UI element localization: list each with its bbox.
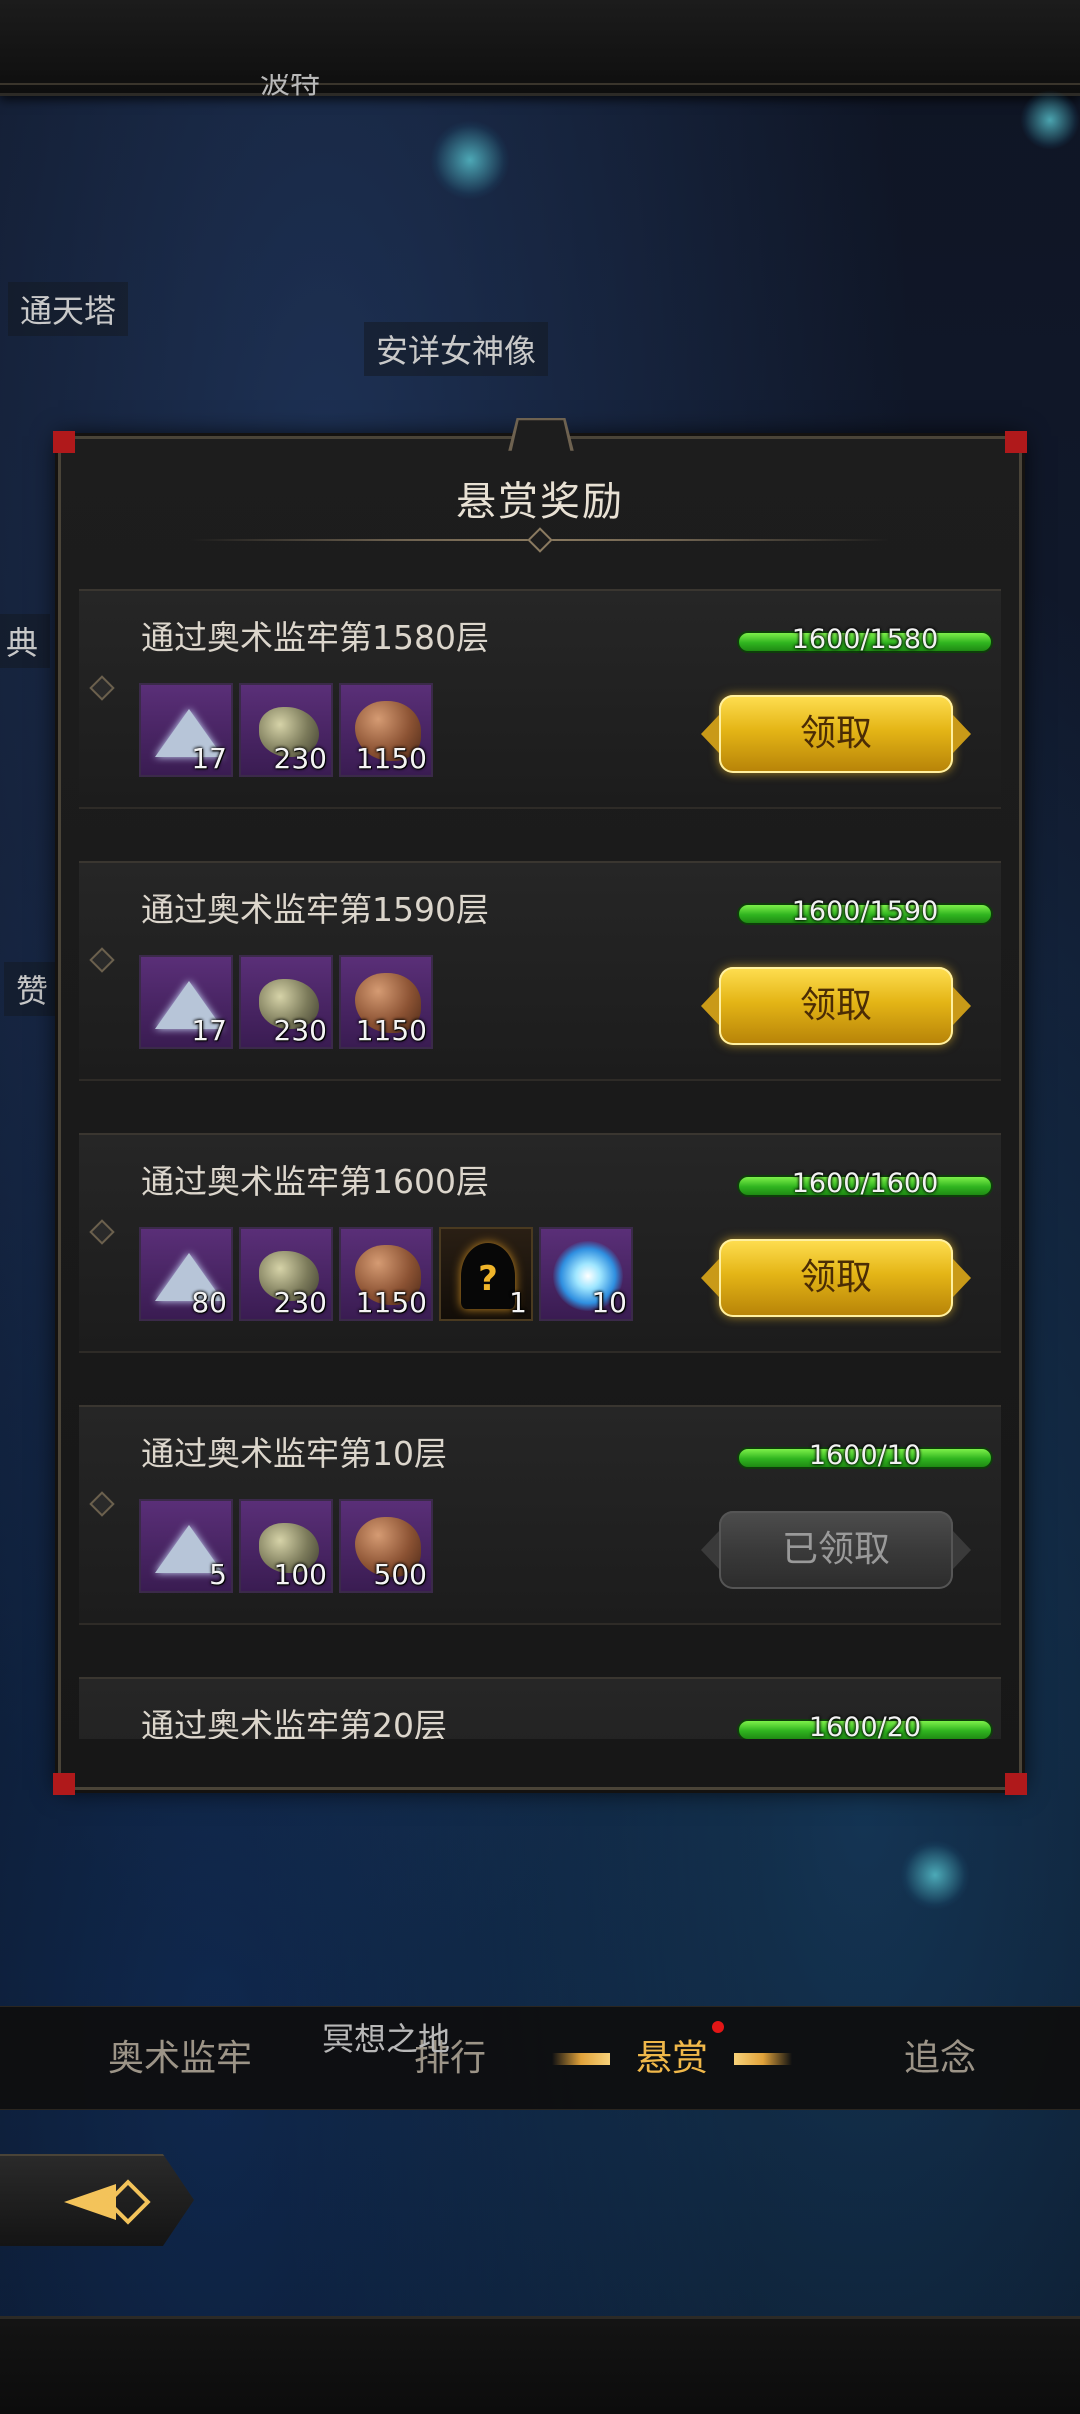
quest-title: 通过奥术监牢第10层 — [141, 1434, 447, 1473]
quest-title: 通过奥术监牢第1590层 — [141, 890, 489, 929]
reward-count: 17 — [191, 742, 227, 775]
quest-progress-bar: 1600/10 — [737, 1440, 993, 1471]
panel-top-ornament — [508, 418, 574, 451]
game-screen: 波特 通天塔 安详女神像 典 赞 冥想之地 悬赏奖励 通过奥术监牢第1580层 … — [0, 0, 1080, 2414]
reward-count: 10 — [591, 1286, 627, 1319]
quest-title: 通过奥术监牢第1600层 — [141, 1162, 489, 1201]
lamp-glow — [1020, 90, 1080, 150]
bottom-frame — [0, 2316, 1080, 2414]
reward-list: 17 230 1150 — [139, 955, 433, 1051]
quest-row: 通过奥术监牢第1600层 1600/1600 80 230 1150 ? 1 10… — [79, 1133, 1001, 1353]
title-diamond-ornament — [527, 527, 553, 553]
reward-item[interactable]: 1150 — [339, 683, 433, 777]
bounty-panel: 悬赏奖励 通过奥术监牢第1580层 1600/1580 17 230 1150 … — [53, 418, 1027, 1795]
quest-list[interactable]: 通过奥术监牢第1580层 1600/1580 17 230 1150 领取 通过… — [79, 589, 1001, 1739]
panel-title: 悬赏奖励 — [456, 479, 624, 525]
tab-memorial[interactable]: 追念 — [850, 2007, 1030, 2111]
reward-item[interactable]: 17 — [139, 683, 233, 777]
claim-button[interactable]: 领取 — [701, 1239, 971, 1317]
quest-progress-bar: 1600/1600 — [737, 1168, 993, 1199]
reward-item[interactable]: 500 — [339, 1499, 433, 1593]
quest-row: 通过奥术监牢第20层 1600/20 — [79, 1677, 1001, 1739]
quest-progress-bar: 1600/1590 — [737, 896, 993, 927]
reward-item[interactable]: ? 1 — [439, 1227, 533, 1321]
panel-corner — [1005, 431, 1027, 453]
back-button[interactable] — [0, 2154, 194, 2246]
reward-count: 230 — [273, 1014, 327, 1047]
active-tab-right-wing — [734, 2053, 792, 2065]
map-label-top[interactable]: 波特 — [250, 74, 330, 108]
quest-progress-text: 1600/1600 — [791, 1168, 939, 1199]
top-frame — [0, 0, 1080, 96]
reward-count: 100 — [273, 1558, 327, 1591]
mystery-box-icon: ? — [461, 1243, 515, 1309]
reward-count: 17 — [191, 1014, 227, 1047]
claimed-button[interactable]: 已领取 — [701, 1511, 971, 1589]
quest-progress-text: 1600/1580 — [791, 624, 939, 655]
quest-progress-text: 1600/20 — [808, 1712, 922, 1739]
quest-progress-text: 1600/1590 — [791, 896, 939, 927]
quest-title: 通过奥术监牢第20层 — [141, 1706, 447, 1739]
reward-count: 80 — [191, 1286, 227, 1319]
reward-count: 1150 — [355, 742, 427, 775]
quest-marker-icon — [89, 1219, 115, 1245]
map-label-left-1[interactable]: 典 — [0, 614, 51, 668]
bottom-tab-bar: 奥术监牢 排行 悬赏 追念 — [0, 2006, 1080, 2110]
quest-title: 通过奥术监牢第1580层 — [141, 618, 489, 657]
reward-count: 500 — [373, 1558, 427, 1591]
reward-item[interactable]: 230 — [239, 683, 333, 777]
quest-marker-icon — [89, 947, 115, 973]
map-label-meditation[interactable]: 冥想之地 — [310, 2010, 462, 2064]
reward-item[interactable]: 80 — [139, 1227, 233, 1321]
map-label-left-2[interactable]: 赞 — [4, 962, 61, 1016]
quest-progress-text: 1600/10 — [808, 1440, 922, 1471]
reward-item[interactable]: 10 — [539, 1227, 633, 1321]
map-label-goddess[interactable]: 安详女神像 — [364, 322, 549, 376]
reward-item[interactable]: 17 — [139, 955, 233, 1049]
reward-item[interactable]: 5 — [139, 1499, 233, 1593]
reward-item[interactable]: 1150 — [339, 1227, 433, 1321]
reward-count: 5 — [209, 1558, 227, 1591]
quest-progress-bar: 1600/20 — [737, 1712, 993, 1739]
claim-button[interactable]: 领取 — [701, 967, 971, 1045]
reward-count: 1150 — [355, 1014, 427, 1047]
lamp-glow — [900, 1840, 970, 1910]
claim-button[interactable]: 领取 — [701, 695, 971, 773]
reward-list: 17 230 1150 — [139, 683, 433, 779]
reward-list: 80 230 1150 ? 1 10 — [139, 1227, 633, 1323]
reward-item[interactable]: 1150 — [339, 955, 433, 1049]
quest-row: 通过奥术监牢第1590层 1600/1590 17 230 1150 领取 — [79, 861, 1001, 1081]
bounty-badge — [712, 2021, 724, 2033]
reward-count: 230 — [273, 742, 327, 775]
panel-corner — [1005, 1773, 1027, 1795]
reward-item[interactable]: 100 — [239, 1499, 333, 1593]
reward-list: 5 100 500 — [139, 1499, 433, 1595]
panel-corner — [53, 1773, 75, 1795]
quest-row: 通过奥术监牢第10层 1600/10 5 100 500 已领取 — [79, 1405, 1001, 1625]
reward-item[interactable]: 230 — [239, 1227, 333, 1321]
quest-marker-icon — [89, 1491, 115, 1517]
quest-progress-bar: 1600/1580 — [737, 624, 993, 655]
active-tab-left-wing — [552, 2053, 610, 2065]
quest-row: 通过奥术监牢第1580层 1600/1580 17 230 1150 领取 — [79, 589, 1001, 809]
panel-corner — [53, 431, 75, 453]
quest-marker-icon — [89, 675, 115, 701]
lamp-glow — [430, 120, 510, 200]
tab-arcane-prison[interactable]: 奥术监牢 — [60, 2007, 300, 2111]
map-label-tower[interactable]: 通天塔 — [8, 282, 129, 336]
reward-count: 1 — [509, 1286, 527, 1319]
reward-count: 230 — [273, 1286, 327, 1319]
reward-item[interactable]: 230 — [239, 955, 333, 1049]
reward-count: 1150 — [355, 1286, 427, 1319]
